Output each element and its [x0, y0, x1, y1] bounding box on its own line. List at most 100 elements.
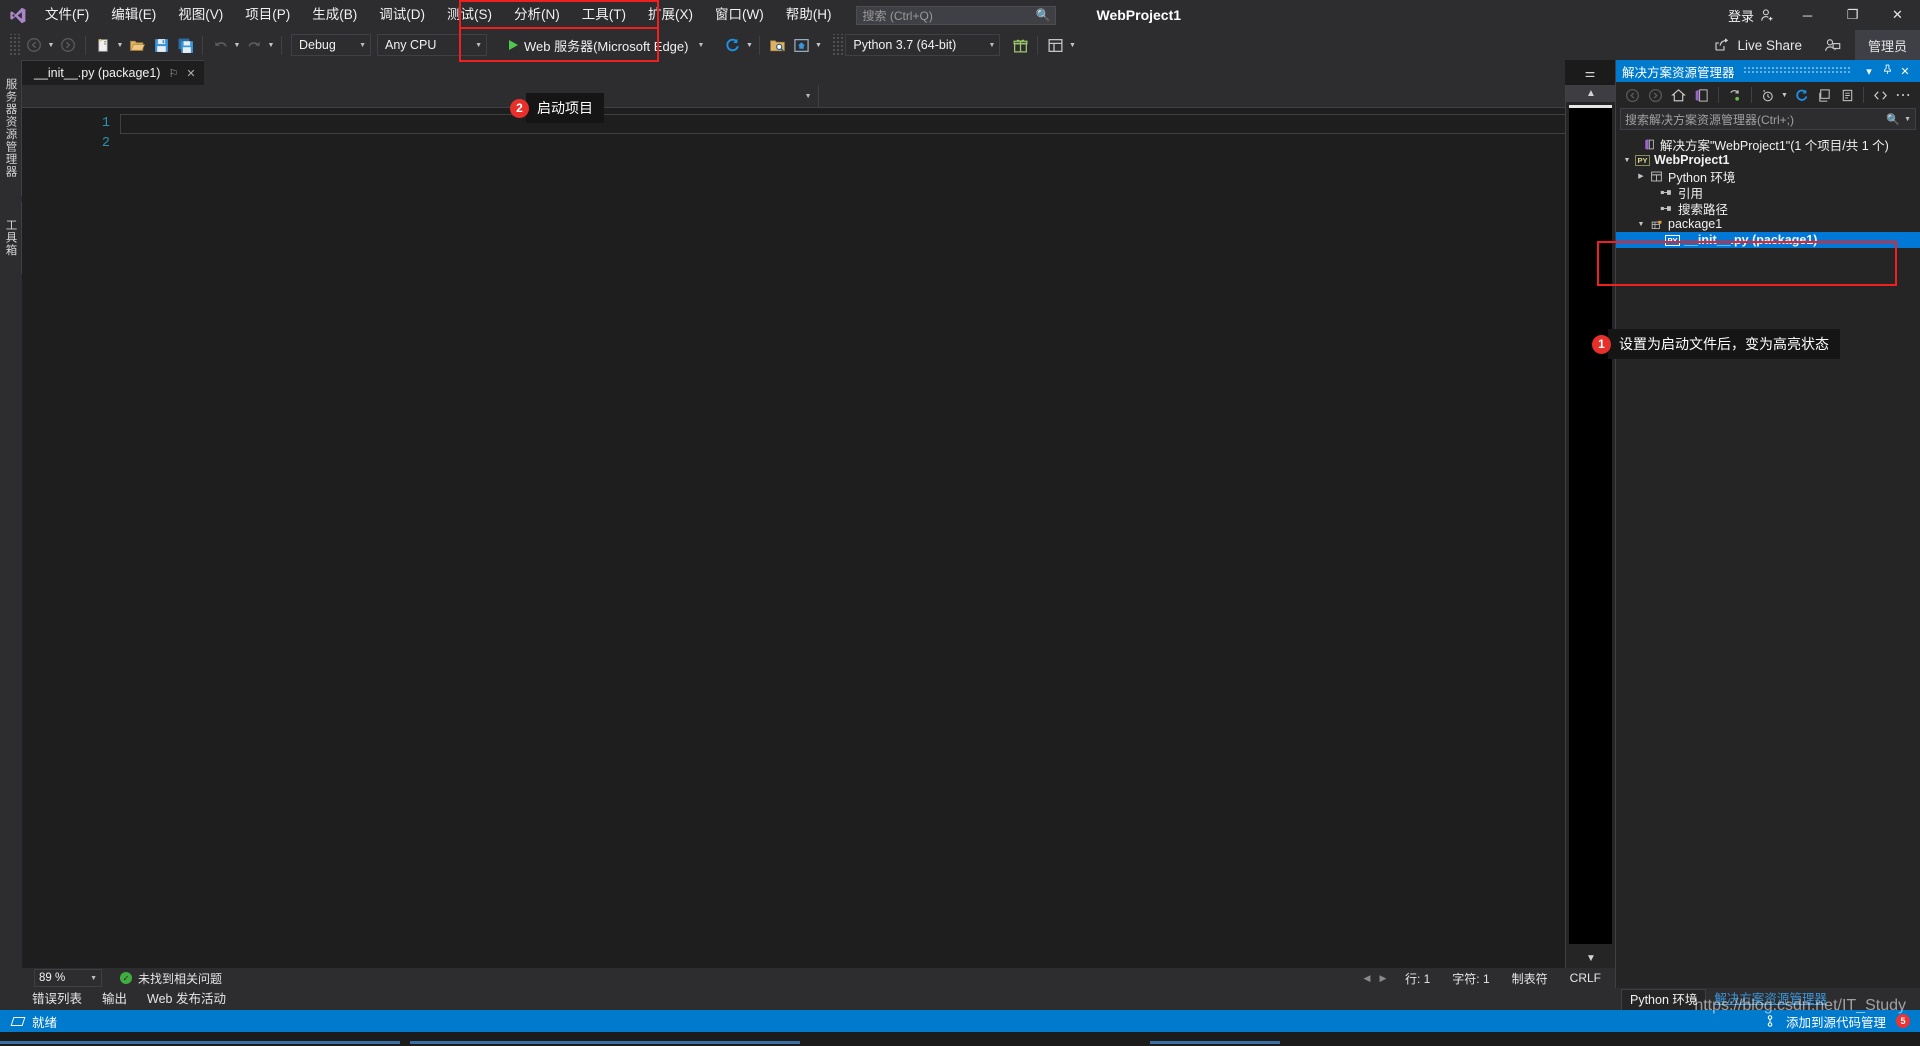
view-in-browser-dropdown-icon[interactable]: ▼ [813, 42, 823, 49]
scroll-up-arrow-icon[interactable]: ▲ [1566, 85, 1616, 102]
new-project-icon[interactable] [91, 33, 115, 57]
package-gift-icon[interactable] [1008, 33, 1032, 57]
refresh-icon[interactable] [720, 33, 744, 57]
redo-icon[interactable] [242, 33, 266, 57]
redo-dropdown-icon[interactable]: ▼ [266, 42, 276, 49]
sidebar-item-toolbox[interactable]: 工具箱 [0, 202, 22, 274]
start-debug-button[interactable]: Web 服务器(Microsoft Edge) ▼ [501, 33, 712, 57]
tab-output[interactable]: 输出 [92, 988, 137, 1010]
editor-split-grip[interactable]: ⚌ [1565, 60, 1615, 85]
find-in-files-icon[interactable] [765, 33, 789, 57]
undo-dropdown-icon[interactable]: ▼ [232, 42, 242, 49]
menu-item-window[interactable]: 窗口(W) [704, 0, 775, 30]
tree-item-search-paths[interactable]: 搜索路径 [1616, 200, 1920, 217]
tab-python-environments[interactable]: Python 环境 [1621, 988, 1707, 1010]
minimize-button[interactable]: ─ [1785, 0, 1830, 30]
tree-item-references[interactable]: 引用 [1616, 184, 1920, 201]
view-in-browser-icon[interactable] [789, 33, 813, 57]
chevron-down-icon[interactable]: ▼ [694, 42, 704, 49]
scroll-down-arrow-icon[interactable]: ▼ [1566, 948, 1616, 968]
pending-changes-icon[interactable] [1757, 84, 1779, 106]
quick-launch-search[interactable]: 搜索 (Ctrl+Q) 🔍 [856, 5, 1057, 25]
sign-in-button[interactable]: 登录 [1718, 6, 1785, 25]
menu-item-extensions[interactable]: 扩展(X) [637, 0, 704, 30]
horizontal-scrollbar[interactable]: ◀ [1359, 973, 1375, 984]
navigate-backward-button[interactable] [22, 33, 46, 57]
tree-expander[interactable]: ▼ [1634, 221, 1648, 228]
tree-item-init-py[interactable]: PY __init__.py (package1) [1616, 232, 1920, 248]
tab-solution-explorer[interactable]: 解决方案资源管理器 [1706, 989, 1835, 1009]
refresh-icon[interactable] [1790, 84, 1812, 106]
menu-item-view[interactable]: 视图(V) [167, 0, 234, 30]
tree-item-project[interactable]: ▼ PY WebProject1 [1616, 152, 1920, 168]
solution-view-icon[interactable] [1691, 84, 1713, 106]
layout-window-icon[interactable] [1043, 33, 1067, 57]
navigate-forward-button[interactable] [56, 33, 80, 57]
menu-item-help[interactable]: 帮助(H) [775, 0, 843, 30]
open-file-icon[interactable] [125, 33, 149, 57]
sync-with-active-document-icon[interactable] [1724, 84, 1746, 106]
feedback-icon[interactable] [1821, 33, 1845, 57]
scrollbar-thumb[interactable] [1569, 105, 1612, 944]
solution-configuration-combo[interactable]: Debug ▼ [291, 34, 371, 56]
tree-expander[interactable]: ▶ [1634, 172, 1648, 180]
pin-icon[interactable]: ⚐ [168, 67, 178, 80]
save-all-icon[interactable] [173, 33, 197, 57]
horizontal-scroll-right[interactable]: ▶ [1375, 973, 1391, 984]
tabs-mode[interactable]: 制表符 [1512, 970, 1548, 987]
issue-status[interactable]: ✓ 未找到相关问题 [120, 970, 222, 987]
drag-dots[interactable] [1742, 67, 1852, 75]
pending-changes-dropdown-icon[interactable]: ▼ [1780, 92, 1790, 99]
editor-tab-init-py[interactable]: __init__.py (package1) ⚐ ✕ [22, 60, 204, 85]
tree-item-solution[interactable]: 解决方案"WebProject1"(1 个项目/共 1 个) [1616, 136, 1920, 153]
close-button[interactable]: ✕ [1875, 0, 1920, 30]
home-icon[interactable] [1668, 84, 1690, 106]
new-project-dropdown-icon[interactable]: ▼ [115, 42, 125, 49]
line-ending[interactable]: CRLF [1570, 971, 1601, 985]
menu-item-project[interactable]: 项目(P) [234, 0, 301, 30]
tree-item-package1[interactable]: ▼ package1 [1616, 216, 1920, 232]
zoom-level-combo[interactable]: 89 % ▼ [34, 969, 102, 987]
back-icon[interactable] [1622, 84, 1644, 106]
tree-expander[interactable]: ▼ [1620, 157, 1634, 164]
editor-vertical-scrollbar[interactable]: ▲ ▼ [1565, 85, 1616, 968]
collapse-all-icon[interactable] [1813, 84, 1835, 106]
navigate-backward-dropdown-icon[interactable]: ▼ [46, 42, 56, 49]
python-interpreter-combo[interactable]: Python 3.7 (64-bit) ▼ [845, 34, 1001, 56]
menu-item-edit[interactable]: 编辑(E) [100, 0, 167, 30]
notification-badge[interactable]: 5 [1896, 1014, 1910, 1028]
forward-icon[interactable] [1645, 84, 1667, 106]
toolbar-grip[interactable] [8, 34, 20, 56]
chevron-down-icon[interactable]: ▾ [1860, 65, 1878, 78]
live-share-button[interactable]: Live Share [1705, 33, 1811, 57]
scroll-left-arrow-icon[interactable]: ◀ [1359, 973, 1375, 984]
tree-item-python-environments[interactable]: ▶ Python 环境 [1616, 168, 1920, 185]
tab-error-list[interactable]: 错误列表 [22, 988, 92, 1010]
add-to-source-control-button[interactable]: 添加到源代码管理 [1766, 1012, 1886, 1031]
code-editor[interactable]: 1 2 [22, 108, 1615, 968]
undo-icon[interactable] [208, 33, 232, 57]
show-all-files-icon[interactable] [1836, 84, 1858, 106]
pin-icon[interactable] [1878, 64, 1896, 78]
menu-item-analyze[interactable]: 分析(N) [503, 0, 571, 30]
tab-web-publish-activity[interactable]: Web 发布活动 [137, 988, 236, 1010]
menu-item-tools[interactable]: 工具(T) [571, 0, 637, 30]
scroll-right-arrow-icon[interactable]: ▶ [1375, 973, 1391, 984]
search-icon[interactable]: 🔍 [1886, 113, 1900, 126]
menu-item-test[interactable]: 测试(S) [436, 0, 503, 30]
toolbar-overflow-icon[interactable]: ⋯ [1892, 84, 1914, 106]
solution-platform-combo[interactable]: Any CPU ▼ [377, 34, 487, 56]
layout-window-dropdown-icon[interactable]: ▼ [1067, 42, 1077, 49]
navigation-member-combo[interactable]: ▼ [819, 85, 1615, 107]
maximize-button[interactable]: ❐ [1830, 0, 1875, 30]
navigation-type-combo[interactable]: ▼ [22, 85, 819, 107]
save-icon[interactable] [149, 33, 173, 57]
refresh-dropdown-icon[interactable]: ▼ [744, 42, 754, 49]
solution-explorer-search[interactable]: 搜索解决方案资源管理器(Ctrl+;) 🔍 ▼ [1620, 108, 1916, 130]
close-icon[interactable]: ✕ [1896, 65, 1914, 78]
code-text-area[interactable] [120, 108, 1615, 968]
toolbar-grip[interactable] [831, 34, 844, 56]
menu-item-file[interactable]: 文件(F) [34, 0, 100, 30]
sidebar-item-server-explorer[interactable]: 服务器资源管理器 [0, 60, 22, 196]
menu-item-debug[interactable]: 调试(D) [368, 0, 436, 30]
